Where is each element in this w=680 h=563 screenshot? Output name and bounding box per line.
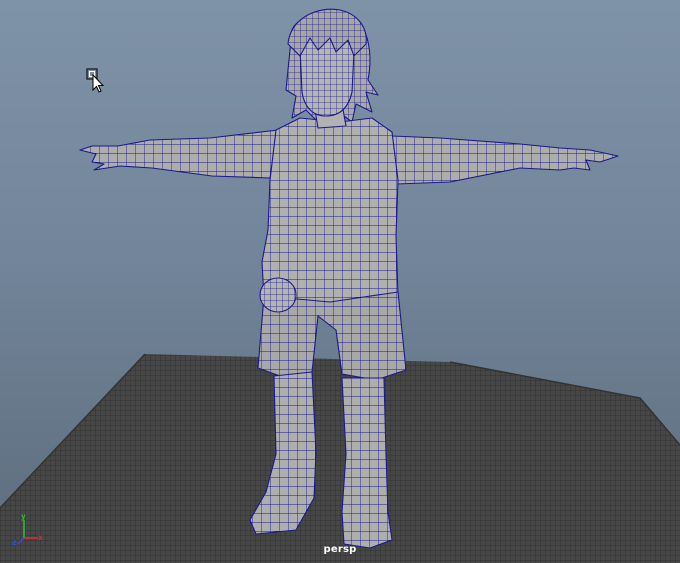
axis-gizmo: y x z: [12, 512, 48, 548]
camera-label: persp: [323, 544, 357, 555]
axis-x-label: x: [38, 533, 43, 542]
arrow-cursor-icon: [86, 68, 105, 93]
axis-y-label: y: [21, 512, 26, 521]
viewport-persp[interactable]: y x z persp: [0, 0, 680, 563]
ground-grid: [0, 353, 680, 563]
axis-gizmo-icon: [17, 520, 38, 545]
